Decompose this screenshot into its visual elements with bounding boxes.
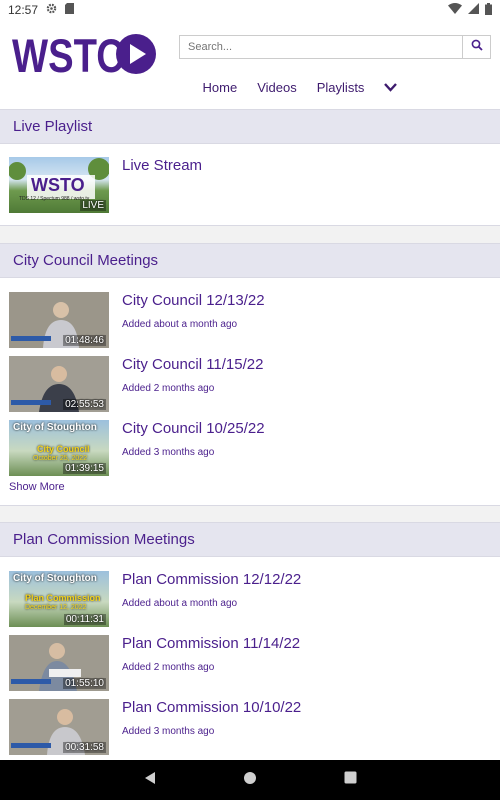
video-thumbnail[interactable]: 01:55:10	[9, 635, 109, 691]
section-heading: Plan Commission Meetings	[0, 523, 500, 557]
video-title[interactable]: Plan Commission 10/10/22	[122, 699, 301, 716]
video-duration: 01:48:46	[63, 335, 106, 346]
video-thumbnail[interactable]: WSTO TDS 12 / Spectum 988 / wsto.tv LIVE	[9, 157, 109, 213]
live-playlist-section: Live Playlist WSTO TDS 12 / Spectum 988 …	[0, 109, 500, 226]
section-heading: City Council Meetings	[0, 244, 500, 278]
signal-icon	[468, 3, 479, 17]
video-title[interactable]: Live Stream	[122, 157, 202, 174]
video-thumbnail[interactable]: City of Stoughton Plan Commission Decemb…	[9, 571, 109, 627]
recents-icon[interactable]	[344, 771, 357, 789]
video-added: Added about a month ago	[122, 598, 238, 609]
home-icon[interactable]	[243, 771, 257, 790]
video-added: Added 3 months ago	[122, 447, 215, 458]
list-item[interactable]: 01:55:10 Plan Commission 11/14/22 Added …	[9, 635, 491, 692]
video-duration: 00:11:31	[63, 614, 106, 625]
chevron-down-icon[interactable]	[384, 80, 398, 95]
video-added: Added about a month ago	[122, 319, 238, 330]
card-line-1: City of Stoughton	[13, 422, 97, 433]
live-badge: LIVE	[80, 200, 106, 211]
video-thumbnail[interactable]: 02:55:53	[9, 356, 109, 412]
video-thumbnail[interactable]: 00:31:58	[9, 699, 109, 755]
city-council-section: City Council Meetings 01:48:46 City Coun…	[0, 243, 500, 506]
thumb-logo-text: WSTO	[31, 175, 85, 195]
video-thumbnail[interactable]: City of Stoughton City Council October 2…	[9, 420, 109, 476]
section-heading: Live Playlist	[0, 110, 500, 144]
card-line-3: December 12, 2022	[25, 604, 87, 611]
video-duration: 01:39:15	[63, 463, 106, 474]
gear-icon	[46, 3, 57, 17]
video-title[interactable]: Plan Commission 11/14/22	[122, 635, 300, 652]
card-line-3: October 25, 2022	[33, 455, 88, 462]
search-icon	[471, 38, 483, 56]
video-added: Added 3 months ago	[122, 726, 215, 737]
search-bar	[179, 35, 491, 59]
video-duration: 02:55:53	[63, 399, 106, 410]
show-more-link[interactable]: Show More	[9, 481, 65, 493]
main-nav: Home Videos Playlists	[0, 80, 500, 95]
video-added: Added 2 months ago	[122, 662, 215, 673]
list-item[interactable]: 01:48:46 City Council 12/13/22 Added abo…	[9, 292, 491, 349]
wsto-logo[interactable]: WSTO	[12, 29, 157, 82]
thumb-channel-text: TDS 12 / Spectum 988 / wsto.tv	[19, 196, 90, 202]
card-line-2: City Council	[37, 444, 90, 454]
video-added: Added 2 months ago	[122, 383, 215, 394]
logo-text: WSTO	[12, 32, 126, 77]
list-item[interactable]: 00:31:58 Plan Commission 10/10/22 Added …	[9, 699, 491, 756]
list-item[interactable]: WSTO TDS 12 / Spectum 988 / wsto.tv LIVE…	[9, 157, 491, 214]
status-bar: 12:57	[0, 0, 500, 20]
wifi-icon	[448, 3, 462, 17]
site-header: WSTO Home Videos Playlists	[0, 20, 500, 110]
plan-commission-section: Plan Commission Meetings City of Stought…	[0, 522, 500, 762]
video-title[interactable]: City Council 12/13/22	[122, 292, 265, 309]
nav-playlists[interactable]: Playlists	[317, 80, 365, 95]
sd-card-icon	[65, 3, 75, 17]
list-item[interactable]: City of Stoughton City Council October 2…	[9, 420, 491, 477]
system-nav-bar	[0, 760, 500, 800]
card-line-1: City of Stoughton	[13, 573, 97, 584]
nav-videos[interactable]: Videos	[257, 80, 297, 95]
status-time: 12:57	[8, 3, 39, 17]
video-duration: 00:31:58	[63, 742, 106, 753]
video-title[interactable]: City Council 10/25/22	[122, 420, 265, 437]
back-icon[interactable]	[143, 771, 157, 790]
battery-icon	[485, 2, 492, 18]
card-line-2: Plan Commission	[25, 593, 101, 603]
video-title[interactable]: Plan Commission 12/12/22	[122, 571, 301, 588]
video-duration: 01:55:10	[63, 678, 106, 689]
list-item[interactable]: City of Stoughton Plan Commission Decemb…	[9, 571, 491, 628]
search-button[interactable]	[462, 36, 490, 58]
nav-home[interactable]: Home	[203, 80, 238, 95]
list-item[interactable]: 02:55:53 City Council 11/15/22 Added 2 m…	[9, 356, 491, 413]
video-thumbnail[interactable]: 01:48:46	[9, 292, 109, 348]
video-title[interactable]: City Council 11/15/22	[122, 356, 263, 373]
search-input[interactable]	[180, 36, 462, 58]
